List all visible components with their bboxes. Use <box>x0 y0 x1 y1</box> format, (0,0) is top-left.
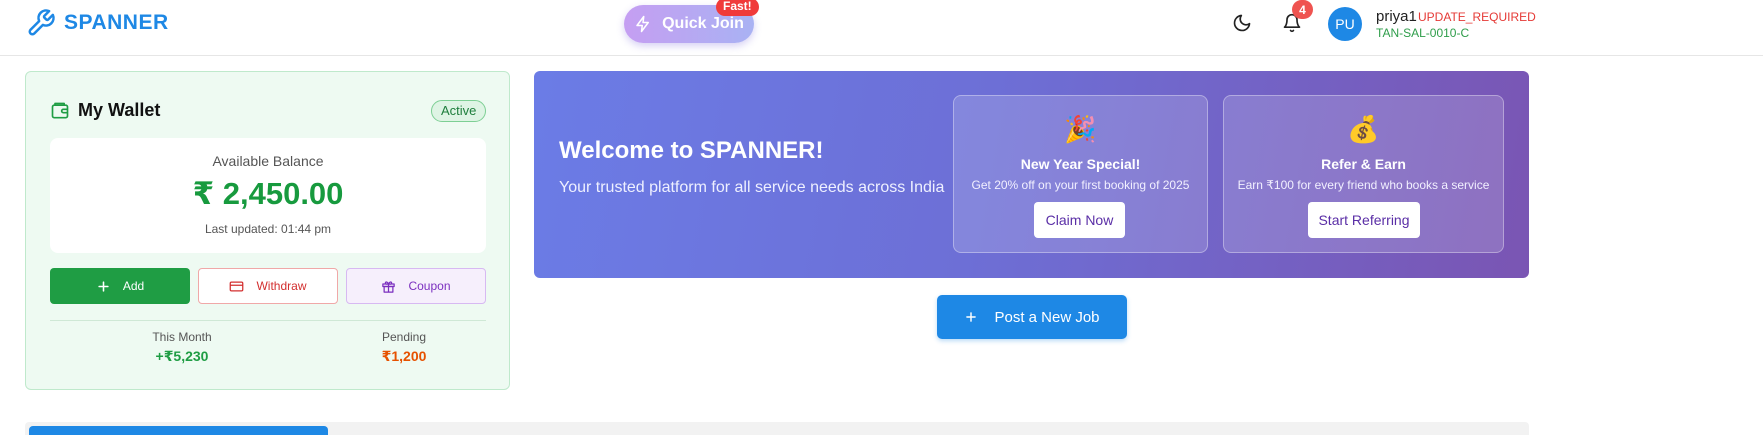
post-job-button[interactable]: Post a New Job <box>937 295 1127 339</box>
balance-value: ₹ 2,450.00 <box>192 176 344 211</box>
promo-title: New Year Special! <box>1020 156 1141 172</box>
user-code: TAN-SAL-0010-C <box>1376 26 1470 40</box>
wrench-icon <box>28 9 55 36</box>
moon-icon[interactable] <box>1232 13 1252 33</box>
withdraw-label: Withdraw <box>256 279 307 293</box>
this-month-label: This Month <box>152 330 212 344</box>
add-label: Add <box>122 279 145 293</box>
tab-active[interactable] <box>29 426 328 435</box>
claim-now-button[interactable]: Claim Now <box>1034 202 1125 238</box>
brand-logo[interactable]: SPANNER <box>26 8 169 38</box>
pending-value: ₹1,200 <box>381 348 427 364</box>
user-name: priya1 <box>1376 8 1417 25</box>
add-money-button[interactable]: Add <box>50 268 190 304</box>
wallet-title: My Wallet <box>50 100 160 121</box>
plus-icon <box>966 312 977 322</box>
promo-card-refer: 💰 Refer & Earn Earn ₹100 for every frien… <box>1223 95 1504 253</box>
wallet-icon <box>51 102 69 118</box>
fast-badge: Fast! <box>716 0 759 16</box>
welcome-banner: Welcome to SPANNER! Your trusted platfor… <box>534 71 1529 278</box>
user-status: UPDATE_REQUIRED <box>1418 10 1536 24</box>
this-month-stat: This Month +₹5,230 <box>102 330 262 365</box>
coupon-button[interactable]: Coupon <box>346 268 486 304</box>
coupon-label: Coupon <box>408 279 451 293</box>
lightning-icon <box>636 15 650 33</box>
withdraw-button[interactable]: Withdraw <box>198 268 338 304</box>
banner-subtitle: Your trusted platform for all service ne… <box>559 179 945 196</box>
balance-label: Available Balance <box>212 153 324 169</box>
this-month-value: +₹5,230 <box>155 348 209 364</box>
promo-description: Get 20% off on your first booking of 202… <box>971 178 1190 192</box>
pending-stat: Pending ₹1,200 <box>324 330 484 365</box>
money-bag-icon: 💰 <box>1347 114 1380 144</box>
avatar[interactable]: PU <box>1328 7 1362 41</box>
balance-panel: Available Balance ₹ 2,450.00 Last update… <box>50 138 486 253</box>
plus-icon <box>98 280 109 292</box>
wallet-card: My Wallet Active Available Balance ₹ 2,4… <box>25 71 510 390</box>
party-popper-icon: 🎉 <box>1064 114 1097 144</box>
brand-name: SPANNER <box>64 11 169 34</box>
promo-title: Refer & Earn <box>1321 156 1406 172</box>
credit-card-icon <box>230 281 244 291</box>
promo-description: Earn ₹100 for every friend who books a s… <box>1237 178 1490 192</box>
post-job-label: Post a New Job <box>994 308 1100 326</box>
last-updated: Last updated: 01:44 pm <box>204 222 332 236</box>
pending-label: Pending <box>381 330 427 344</box>
top-header: SPANNER Quick Join Fast! 4 PU priya1 UPD… <box>0 0 1763 56</box>
promo-card-new-year: 🎉 New Year Special! Get 20% off on your … <box>953 95 1208 253</box>
notification-count-badge: 4 <box>1292 0 1313 19</box>
quick-join-label: Quick Join <box>662 15 744 32</box>
wallet-title-label: My Wallet <box>78 100 161 120</box>
gift-icon <box>382 280 396 293</box>
banner-title: Welcome to SPANNER! <box>559 137 824 164</box>
divider <box>50 320 486 321</box>
start-referring-button[interactable]: Start Referring <box>1308 202 1420 238</box>
status-badge: Active <box>431 100 487 122</box>
